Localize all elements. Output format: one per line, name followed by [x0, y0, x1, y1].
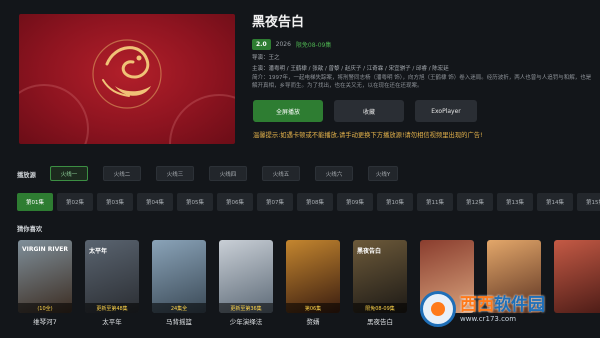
source-chip[interactable]: 火线三	[156, 166, 194, 181]
episode-chip[interactable]: 第05集	[177, 193, 213, 211]
episode-list: 第01集 第02集 第03集 第04集 第05集 第06集 第07集 第08集 …	[17, 193, 600, 211]
poster-title-text: VIRGIN RIVER	[22, 246, 68, 253]
source-chip[interactable]: 火线Y	[368, 166, 398, 181]
site-watermark: 西西软件园 www.cr173.com	[420, 290, 590, 328]
episode-badge: 24集全	[152, 303, 206, 313]
site-logo-icon	[420, 291, 456, 327]
episode-chip[interactable]: 第04集	[137, 193, 173, 211]
episode-chip[interactable]: 第08集	[297, 193, 333, 211]
action-buttons: 全屏播放 收藏 ExoPlayer	[253, 100, 477, 122]
episode-chip[interactable]: 第03集	[97, 193, 133, 211]
recommend-title: 马背摇篮	[166, 318, 192, 326]
recommend-poster: 黑夜告白限免08-09集	[353, 240, 407, 313]
watermark-brand-b: 软件园	[494, 295, 545, 315]
recommend-title: 太平年	[102, 318, 122, 326]
recommend-poster: 太平年更新至第48集	[85, 240, 139, 313]
recommend-title: 黑夜告白	[367, 318, 393, 326]
recommend-card[interactable]: 第06集赘婿	[286, 240, 340, 326]
episode-badge: 更新至第36集	[219, 303, 273, 313]
source-chip[interactable]: 火线五	[262, 166, 300, 181]
recommend-title: 少年演绎法	[229, 318, 263, 326]
phoenix-emblem-icon	[92, 39, 162, 109]
episode-chip[interactable]: 第11集	[417, 193, 453, 211]
episode-chip[interactable]: 第13集	[497, 193, 533, 211]
source-list: 火线一 火线二 火线三 火线四 火线五 火线六 火线Y	[50, 166, 398, 181]
source-chip[interactable]: 火线四	[209, 166, 247, 181]
meta-row: 2.0 2026 限免08-09集	[252, 38, 592, 50]
sources-label: 播放源	[17, 172, 36, 179]
episode-badge: 限免08-09集	[353, 303, 407, 313]
source-chip[interactable]: 火线六	[315, 166, 353, 181]
recommend-title: 赘婿	[306, 318, 320, 326]
source-chip[interactable]: 火线二	[103, 166, 141, 181]
recommend-card[interactable]: 太平年 更新至第48集 太平年	[85, 240, 139, 326]
recommend-card[interactable]: 黑夜告白 限免08-09集 黑夜告白	[353, 240, 407, 326]
recommend-label: 猜你喜欢	[17, 226, 43, 233]
episode-badge: 更新至第48集	[85, 303, 139, 313]
episode-chip[interactable]: 第02集	[57, 193, 93, 211]
show-info: 黑夜告白 2.0 2026 限免08-09集 导演：王之 主演：潘粤明 / 王鹤…	[252, 14, 592, 98]
poster-title-text: 黑夜告白	[357, 248, 382, 255]
watermark-brand-a: 西西	[460, 295, 494, 315]
director-text: 导演：王之	[252, 55, 280, 61]
free-episodes-label: 限免08-09集	[295, 41, 332, 49]
fullscreen-play-button[interactable]: 全屏播放	[253, 100, 323, 122]
player-select-button[interactable]: ExoPlayer	[415, 100, 477, 122]
recommend-poster: 更新至第36集	[219, 240, 273, 313]
score-badge: 2.0	[252, 38, 271, 50]
episode-chip[interactable]: 第12集	[457, 193, 493, 211]
source-chip[interactable]: 火线一	[50, 166, 88, 181]
show-title: 黑夜告白	[252, 15, 305, 30]
episode-chip[interactable]: 第01集	[17, 193, 53, 211]
recommend-poster: 第06集	[286, 240, 340, 313]
favorite-button[interactable]: 收藏	[334, 100, 404, 122]
episode-chip[interactable]: 第07集	[257, 193, 293, 211]
episode-chip[interactable]: 第06集	[217, 193, 253, 211]
show-poster	[19, 14, 235, 144]
synopsis-text: 简介：1997年，一起电梯失踪案，将刑警同志杨（潘粤明 饰），向方旭（王鹤棣 饰…	[252, 75, 592, 89]
episode-chip[interactable]: 第10集	[377, 193, 413, 211]
year-label: 2026	[275, 40, 291, 48]
episode-chip[interactable]: 第09集	[337, 193, 373, 211]
episode-badge: (10全)	[18, 303, 72, 313]
recommend-card[interactable]: VIRGIN RIVER (10全) 维琴河7	[18, 240, 72, 326]
recommend-poster: 24集全	[152, 240, 206, 313]
recommend-title: 维琴河7	[33, 318, 57, 326]
poster-title-text: 太平年	[89, 248, 108, 255]
cast-text: 主演：潘粤明 / 王鹤棣 / 张歆 / 曾黎 / 赵庆子 / 江奇霖 / 宋宜骐…	[252, 66, 449, 72]
episode-chip[interactable]: 第15集	[577, 193, 600, 211]
playback-tip: 温馨提示:如遇卡顿或不能播放,请手动更换下方播放源!请勿相信视频里出现的广告!	[253, 132, 483, 139]
episode-badge: 第06集	[286, 303, 340, 313]
watermark-url: www.cr173.com	[460, 315, 517, 323]
episode-chip[interactable]: 第14集	[537, 193, 573, 211]
recommend-card[interactable]: 24集全马背摇篮	[152, 240, 206, 326]
recommend-card[interactable]: 更新至第36集 少年演绎法	[219, 240, 273, 326]
recommend-poster: VIRGIN RIVER (10全)	[18, 240, 72, 313]
